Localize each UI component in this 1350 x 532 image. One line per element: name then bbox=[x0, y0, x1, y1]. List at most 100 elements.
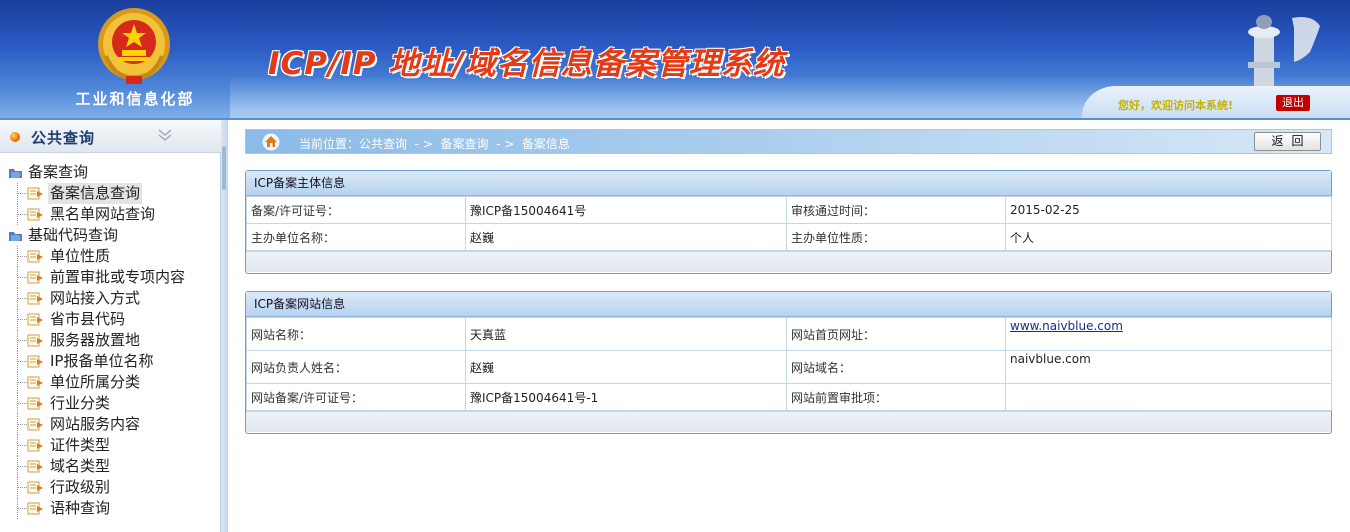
tree-group-label: 备案查询 bbox=[28, 163, 89, 181]
welcome-text: 您好，欢迎访问本系统! bbox=[1118, 99, 1234, 112]
table-row: 备案/许可证号： 豫ICP备15004641号 审核通过时间： 2015-02-… bbox=[246, 196, 1332, 224]
document-arrow-icon bbox=[27, 334, 43, 347]
field-label: 主办单位名称： bbox=[246, 223, 466, 251]
sidebar-header: 公共查询 bbox=[0, 120, 221, 153]
sidebar-item[interactable]: 证件类型 bbox=[0, 435, 221, 456]
double-chevron-down-icon[interactable] bbox=[156, 126, 174, 144]
sidebar-item[interactable]: 行政级别 bbox=[0, 477, 221, 498]
sidebar-tree: 备案查询 备案信息查询 黑名单网站查询 基础代码查询 单位性质 前置审批或专项内… bbox=[0, 162, 221, 519]
back-button[interactable]: 返回 bbox=[1254, 132, 1321, 151]
field-value: naivblue.com bbox=[1005, 350, 1332, 384]
national-emblem-icon bbox=[98, 8, 170, 84]
folder-group-icon bbox=[9, 169, 22, 178]
document-arrow-icon bbox=[27, 292, 43, 305]
sidebar-item-label: 备案信息查询 bbox=[48, 183, 143, 204]
homepage-url-link[interactable]: www.naivblue.com bbox=[1010, 319, 1123, 333]
sidebar-item-label: 黑名单网站查询 bbox=[50, 205, 156, 223]
table-row: 网站备案/许可证号： 豫ICP备15004641号-1 网站前置审批项： bbox=[246, 383, 1332, 411]
sidebar-item[interactable]: 网站接入方式 bbox=[0, 288, 221, 309]
table-row: 主办单位名称： 赵巍 主办单位性质： 个人 bbox=[246, 223, 1332, 251]
field-value: 豫ICP备15004641号 bbox=[465, 196, 787, 224]
sidebar-title: 公共查询 bbox=[31, 129, 96, 147]
field-value: 赵巍 bbox=[465, 350, 787, 384]
entity-info-table: 备案/许可证号： 豫ICP备15004641号 审核通过时间： 2015-02-… bbox=[246, 196, 1332, 251]
document-arrow-icon bbox=[27, 481, 43, 494]
bullet-dot-icon bbox=[10, 132, 20, 142]
field-value: 赵巍 bbox=[465, 223, 787, 251]
sidebar: 公共查询 备案查询 备案信息查询 黑名单网站查询 基础代码查询 单位性质 前置审… bbox=[0, 120, 221, 532]
sidebar-item-label: 服务器放置地 bbox=[50, 331, 141, 349]
document-arrow-icon bbox=[27, 502, 43, 515]
panel-footer bbox=[246, 411, 1331, 432]
sidebar-item[interactable]: 单位所属分类 bbox=[0, 372, 221, 393]
sidebar-item[interactable]: 单位性质 bbox=[0, 246, 221, 267]
icp-website-panel: ICP备案网站信息 网站名称： 天真蓝 网站首页网址： www.naivblue… bbox=[245, 291, 1332, 434]
field-label: 网站前置审批项： bbox=[786, 383, 1006, 411]
table-row: 网站负责人姓名： 赵巍 网站域名： naivblue.com bbox=[246, 350, 1332, 384]
sidebar-item-label: 前置审批或专项内容 bbox=[50, 268, 186, 286]
icp-entity-panel: ICP备案主体信息 备案/许可证号： 豫ICP备15004641号 审核通过时间… bbox=[245, 170, 1332, 274]
document-arrow-icon bbox=[27, 208, 43, 221]
sidebar-item-label: 行政级别 bbox=[50, 478, 111, 496]
document-arrow-icon bbox=[27, 376, 43, 389]
panel-title: ICP备案网站信息 bbox=[246, 292, 1331, 317]
sidebar-item[interactable]: 语种查询 bbox=[0, 498, 221, 519]
sidebar-item-filing-info-query[interactable]: 备案信息查询 bbox=[0, 183, 221, 204]
field-value: 天真蓝 bbox=[465, 317, 787, 351]
field-label: 网站备案/许可证号： bbox=[246, 383, 466, 411]
huabiao-pillar-icon bbox=[1248, 15, 1320, 98]
sidebar-item[interactable]: 域名类型 bbox=[0, 456, 221, 477]
sidebar-item[interactable]: IP报备单位名称 bbox=[0, 351, 221, 372]
breadcrumb: 当前位置：公共查询 - > 备案查询 - > 备案信息 bbox=[245, 129, 1332, 154]
sidebar-item[interactable]: 省市县代码 bbox=[0, 309, 221, 330]
sidebar-item[interactable]: 前置审批或专项内容 bbox=[0, 267, 221, 288]
splitter-grip-icon[interactable] bbox=[222, 146, 226, 190]
sidebar-item-label: 语种查询 bbox=[50, 499, 111, 517]
sidebar-item-label: 证件类型 bbox=[50, 436, 111, 454]
system-title: ICP/IP 地址/域名信息备案管理系统 bbox=[268, 46, 785, 82]
breadcrumb-text: 当前位置：公共查询 - > 备案查询 - > 备案信息 bbox=[299, 137, 570, 151]
document-arrow-icon bbox=[27, 355, 43, 368]
sidebar-item[interactable]: 行业分类 bbox=[0, 393, 221, 414]
field-label: 审核通过时间： bbox=[786, 196, 1006, 224]
field-label: 网站域名： bbox=[786, 350, 1006, 384]
home-icon bbox=[262, 133, 280, 151]
header-banner: 工业和信息化部 ICP/IP 地址/域名信息备案管理系统 您好，欢迎访问本系统!… bbox=[0, 0, 1350, 118]
field-value: 个人 bbox=[1005, 223, 1332, 251]
ministry-name: 工业和信息化部 bbox=[75, 90, 195, 108]
folder-group-icon bbox=[9, 232, 22, 241]
document-arrow-icon bbox=[27, 187, 43, 200]
field-value: 2015-02-25 bbox=[1005, 196, 1332, 224]
field-value bbox=[1005, 383, 1332, 411]
panel-title: ICP备案主体信息 bbox=[246, 171, 1331, 196]
document-arrow-icon bbox=[27, 397, 43, 410]
tree-group-items: 单位性质前置审批或专项内容 网站接入方式 省市县代码服务器放置地 IP报备单位名称 单位… bbox=[0, 246, 221, 519]
document-arrow-icon bbox=[27, 418, 43, 431]
sidebar-item-blacklist-query[interactable]: 黑名单网站查询 bbox=[0, 204, 221, 225]
sidebar-item-label: 单位所属分类 bbox=[50, 373, 141, 391]
field-label: 网站名称： bbox=[246, 317, 466, 351]
panel-footer bbox=[246, 251, 1331, 272]
sidebar-item-label: 单位性质 bbox=[50, 247, 111, 265]
table-row: 网站名称： 天真蓝 网站首页网址： www.naivblue.com bbox=[246, 317, 1332, 351]
sidebar-item-label: IP报备单位名称 bbox=[50, 352, 154, 370]
document-arrow-icon bbox=[27, 271, 43, 284]
logout-button[interactable]: 退出 bbox=[1276, 95, 1310, 111]
tree-group-label: 基础代码查询 bbox=[28, 226, 119, 244]
sidebar-item-label: 网站接入方式 bbox=[50, 289, 141, 307]
tree-group-filing-query[interactable]: 备案查询 bbox=[0, 162, 221, 183]
sidebar-item[interactable]: 网站服务内容 bbox=[0, 414, 221, 435]
field-value: 豫ICP备15004641号-1 bbox=[465, 383, 787, 411]
field-value: www.naivblue.com bbox=[1005, 317, 1332, 351]
tree-group-base-code-query[interactable]: 基础代码查询 bbox=[0, 225, 221, 246]
field-label: 备案/许可证号： bbox=[246, 196, 466, 224]
field-label: 网站负责人姓名： bbox=[246, 350, 466, 384]
sidebar-item-label: 省市县代码 bbox=[50, 310, 126, 328]
sidebar-item-label: 行业分类 bbox=[50, 394, 111, 412]
sidebar-item-label: 域名类型 bbox=[50, 457, 111, 475]
sidebar-item-label: 网站服务内容 bbox=[50, 415, 141, 433]
document-arrow-icon bbox=[27, 313, 43, 326]
website-info-table: 网站名称： 天真蓝 网站首页网址： www.naivblue.com 网站负责人… bbox=[246, 317, 1332, 411]
document-arrow-icon bbox=[27, 439, 43, 452]
sidebar-item[interactable]: 服务器放置地 bbox=[0, 330, 221, 351]
